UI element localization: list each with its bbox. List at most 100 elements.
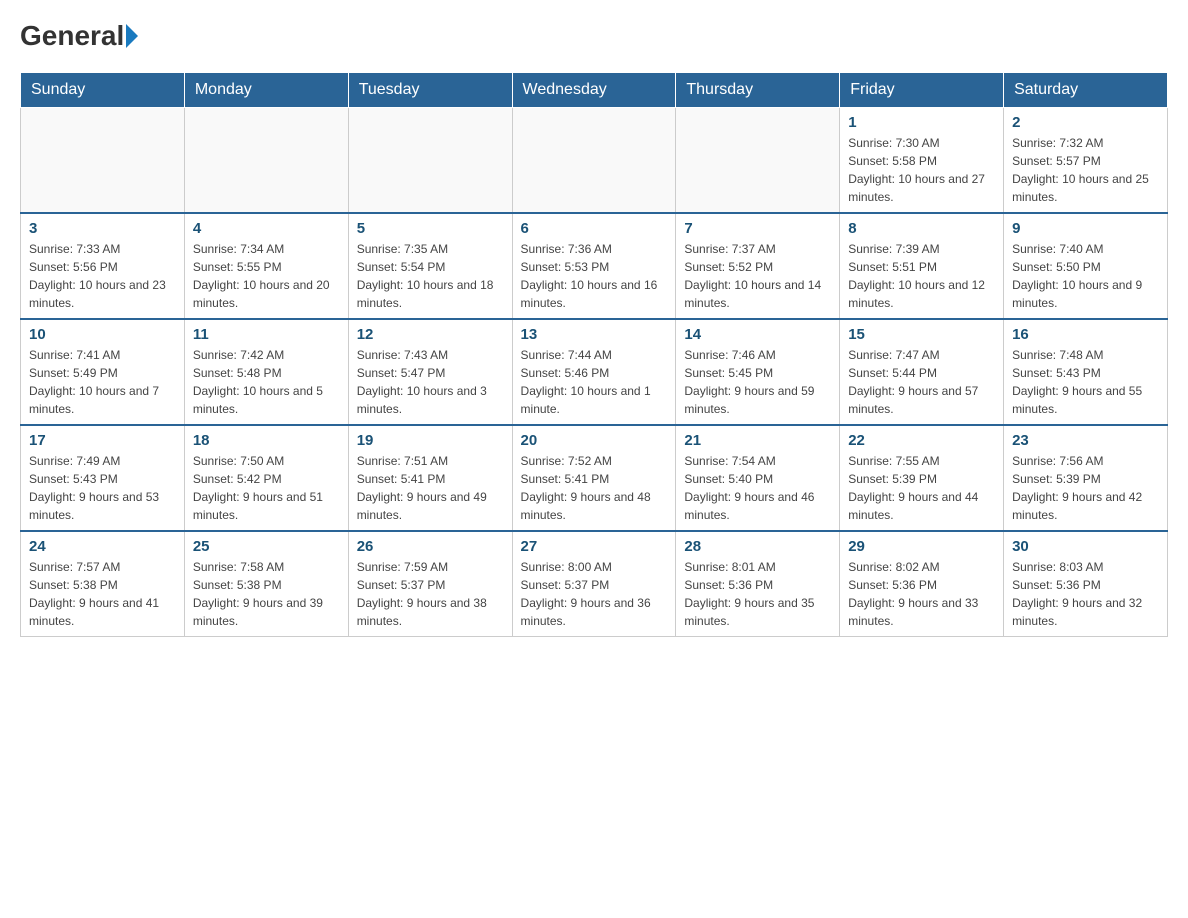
calendar-cell: 12 Sunrise: 7:43 AMSunset: 5:47 PMDayligh…	[348, 319, 512, 425]
day-info: Sunrise: 7:54 AMSunset: 5:40 PMDaylight:…	[684, 452, 831, 524]
day-number: 27	[521, 538, 668, 555]
calendar-table: SundayMondayTuesdayWednesdayThursdayFrid…	[20, 72, 1168, 637]
day-info: Sunrise: 7:56 AMSunset: 5:39 PMDaylight:…	[1012, 452, 1159, 524]
day-info: Sunrise: 7:42 AMSunset: 5:48 PMDaylight:…	[193, 346, 340, 418]
day-of-week-header: Monday	[184, 73, 348, 108]
day-number: 30	[1012, 538, 1159, 555]
day-number: 18	[193, 432, 340, 449]
logo-triangle-icon	[126, 24, 138, 48]
calendar-cell: 8 Sunrise: 7:39 AMSunset: 5:51 PMDaylight…	[840, 213, 1004, 319]
day-number: 2	[1012, 114, 1159, 131]
calendar-week-row: 10Sunrise: 7:41 AMSunset: 5:49 PMDayligh…	[21, 319, 1168, 425]
calendar-cell	[512, 108, 676, 214]
day-info: Sunrise: 7:43 AMSunset: 5:47 PMDaylight:…	[357, 346, 504, 418]
day-number: 3	[29, 220, 176, 237]
day-number: 16	[1012, 326, 1159, 343]
day-of-week-header: Wednesday	[512, 73, 676, 108]
day-info: Sunrise: 7:46 AMSunset: 5:45 PMDaylight:…	[684, 346, 831, 418]
day-of-week-header: Friday	[840, 73, 1004, 108]
day-number: 17	[29, 432, 176, 449]
calendar-week-row: 1 Sunrise: 7:30 AMSunset: 5:58 PMDaylight…	[21, 108, 1168, 214]
calendar-cell: 13 Sunrise: 7:44 AMSunset: 5:46 PMDayligh…	[512, 319, 676, 425]
day-info: Sunrise: 8:01 AMSunset: 5:36 PMDaylight:…	[684, 558, 831, 630]
day-number: 26	[357, 538, 504, 555]
day-info: Sunrise: 7:55 AMSunset: 5:39 PMDaylight:…	[848, 452, 995, 524]
calendar-cell: 18 Sunrise: 7:50 AMSunset: 5:42 PMDayligh…	[184, 425, 348, 531]
logo: General	[20, 20, 140, 52]
calendar-cell: 2 Sunrise: 7:32 AMSunset: 5:57 PMDaylight…	[1004, 108, 1168, 214]
day-of-week-header: Saturday	[1004, 73, 1168, 108]
day-info: Sunrise: 8:02 AMSunset: 5:36 PMDaylight:…	[848, 558, 995, 630]
calendar-cell: 22 Sunrise: 7:55 AMSunset: 5:39 PMDayligh…	[840, 425, 1004, 531]
day-number: 7	[684, 220, 831, 237]
day-info: Sunrise: 7:39 AMSunset: 5:51 PMDaylight:…	[848, 240, 995, 312]
day-number: 22	[848, 432, 995, 449]
calendar-cell	[184, 108, 348, 214]
day-number: 29	[848, 538, 995, 555]
day-info: Sunrise: 7:33 AMSunset: 5:56 PMDaylight:…	[29, 240, 176, 312]
day-number: 28	[684, 538, 831, 555]
calendar-cell: 11Sunrise: 7:42 AMSunset: 5:48 PMDayligh…	[184, 319, 348, 425]
day-info: Sunrise: 8:03 AMSunset: 5:36 PMDaylight:…	[1012, 558, 1159, 630]
calendar-body: 1 Sunrise: 7:30 AMSunset: 5:58 PMDaylight…	[21, 108, 1168, 637]
calendar-week-row: 3 Sunrise: 7:33 AMSunset: 5:56 PMDaylight…	[21, 213, 1168, 319]
calendar-cell: 28 Sunrise: 8:01 AMSunset: 5:36 PMDayligh…	[676, 531, 840, 637]
day-of-week-header: Tuesday	[348, 73, 512, 108]
day-header-row: SundayMondayTuesdayWednesdayThursdayFrid…	[21, 73, 1168, 108]
calendar-cell	[21, 108, 185, 214]
calendar-cell: 16Sunrise: 7:48 AMSunset: 5:43 PMDayligh…	[1004, 319, 1168, 425]
day-number: 13	[521, 326, 668, 343]
day-info: Sunrise: 7:51 AMSunset: 5:41 PMDaylight:…	[357, 452, 504, 524]
calendar-cell: 3 Sunrise: 7:33 AMSunset: 5:56 PMDaylight…	[21, 213, 185, 319]
calendar-week-row: 24 Sunrise: 7:57 AMSunset: 5:38 PMDayligh…	[21, 531, 1168, 637]
day-number: 8	[848, 220, 995, 237]
day-number: 25	[193, 538, 340, 555]
day-number: 12	[357, 326, 504, 343]
calendar-cell: 9 Sunrise: 7:40 AMSunset: 5:50 PMDaylight…	[1004, 213, 1168, 319]
day-info: Sunrise: 7:50 AMSunset: 5:42 PMDaylight:…	[193, 452, 340, 524]
day-number: 14	[684, 326, 831, 343]
day-info: Sunrise: 7:36 AMSunset: 5:53 PMDaylight:…	[521, 240, 668, 312]
day-info: Sunrise: 7:47 AMSunset: 5:44 PMDaylight:…	[848, 346, 995, 418]
calendar-cell: 20 Sunrise: 7:52 AMSunset: 5:41 PMDayligh…	[512, 425, 676, 531]
day-info: Sunrise: 7:34 AMSunset: 5:55 PMDaylight:…	[193, 240, 340, 312]
day-number: 20	[521, 432, 668, 449]
calendar-cell: 10Sunrise: 7:41 AMSunset: 5:49 PMDayligh…	[21, 319, 185, 425]
calendar-cell: 19Sunrise: 7:51 AMSunset: 5:41 PMDayligh…	[348, 425, 512, 531]
day-info: Sunrise: 7:32 AMSunset: 5:57 PMDaylight:…	[1012, 134, 1159, 206]
day-of-week-header: Sunday	[21, 73, 185, 108]
day-info: Sunrise: 7:30 AMSunset: 5:58 PMDaylight:…	[848, 134, 995, 206]
page-header: General	[20, 20, 1168, 52]
calendar-cell: 14 Sunrise: 7:46 AMSunset: 5:45 PMDayligh…	[676, 319, 840, 425]
calendar-cell: 21 Sunrise: 7:54 AMSunset: 5:40 PMDayligh…	[676, 425, 840, 531]
calendar-cell: 24 Sunrise: 7:57 AMSunset: 5:38 PMDayligh…	[21, 531, 185, 637]
day-info: Sunrise: 7:41 AMSunset: 5:49 PMDaylight:…	[29, 346, 176, 418]
calendar-cell: 7 Sunrise: 7:37 AMSunset: 5:52 PMDaylight…	[676, 213, 840, 319]
day-info: Sunrise: 7:59 AMSunset: 5:37 PMDaylight:…	[357, 558, 504, 630]
day-info: Sunrise: 7:52 AMSunset: 5:41 PMDaylight:…	[521, 452, 668, 524]
calendar-week-row: 17 Sunrise: 7:49 AMSunset: 5:43 PMDayligh…	[21, 425, 1168, 531]
day-info: Sunrise: 7:58 AMSunset: 5:38 PMDaylight:…	[193, 558, 340, 630]
calendar-cell: 30 Sunrise: 8:03 AMSunset: 5:36 PMDayligh…	[1004, 531, 1168, 637]
day-info: Sunrise: 7:44 AMSunset: 5:46 PMDaylight:…	[521, 346, 668, 418]
day-info: Sunrise: 7:49 AMSunset: 5:43 PMDaylight:…	[29, 452, 176, 524]
calendar-cell: 15Sunrise: 7:47 AMSunset: 5:44 PMDayligh…	[840, 319, 1004, 425]
day-info: Sunrise: 7:57 AMSunset: 5:38 PMDaylight:…	[29, 558, 176, 630]
day-info: Sunrise: 7:40 AMSunset: 5:50 PMDaylight:…	[1012, 240, 1159, 312]
calendar-cell: 5Sunrise: 7:35 AMSunset: 5:54 PMDaylight…	[348, 213, 512, 319]
calendar-cell: 23Sunrise: 7:56 AMSunset: 5:39 PMDayligh…	[1004, 425, 1168, 531]
day-number: 9	[1012, 220, 1159, 237]
calendar-cell: 29 Sunrise: 8:02 AMSunset: 5:36 PMDayligh…	[840, 531, 1004, 637]
day-number: 1	[848, 114, 995, 131]
calendar-header: SundayMondayTuesdayWednesdayThursdayFrid…	[21, 73, 1168, 108]
calendar-cell	[676, 108, 840, 214]
calendar-cell: 27Sunrise: 8:00 AMSunset: 5:37 PMDayligh…	[512, 531, 676, 637]
day-info: Sunrise: 7:37 AMSunset: 5:52 PMDaylight:…	[684, 240, 831, 312]
day-of-week-header: Thursday	[676, 73, 840, 108]
day-number: 24	[29, 538, 176, 555]
calendar-cell: 1 Sunrise: 7:30 AMSunset: 5:58 PMDaylight…	[840, 108, 1004, 214]
day-number: 21	[684, 432, 831, 449]
calendar-cell: 17 Sunrise: 7:49 AMSunset: 5:43 PMDayligh…	[21, 425, 185, 531]
calendar-cell	[348, 108, 512, 214]
calendar-cell: 25 Sunrise: 7:58 AMSunset: 5:38 PMDayligh…	[184, 531, 348, 637]
